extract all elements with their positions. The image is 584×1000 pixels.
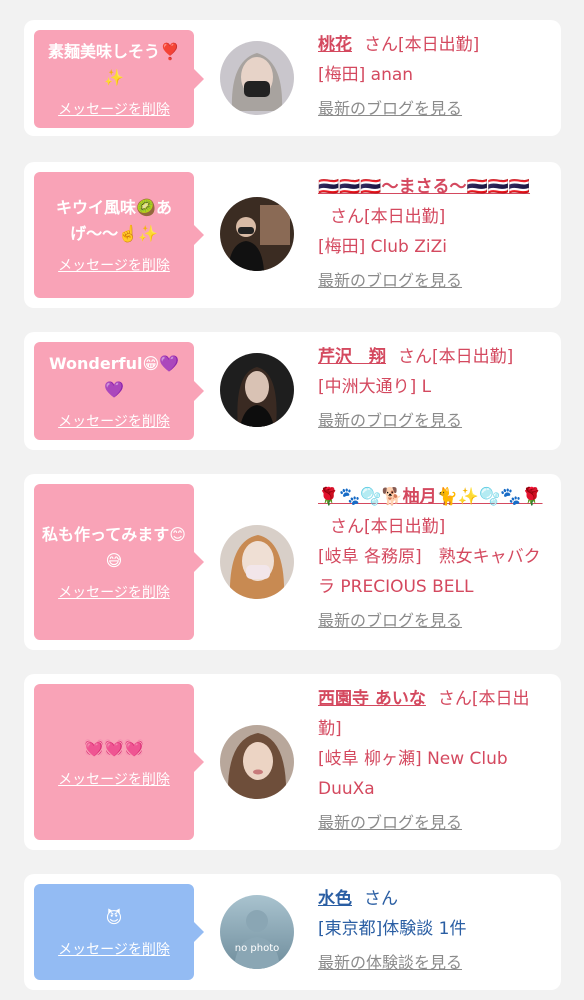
message-bubble: 私も作ってみます😊😅 メッセージを削除: [34, 484, 204, 640]
latest-blog-link[interactable]: 最新のブログを見る: [318, 266, 550, 296]
avatar[interactable]: [220, 725, 294, 799]
shop-name: [岐阜 柳ヶ瀬] New Club DuuXa: [318, 749, 508, 799]
status-text: [本日出勤]: [364, 517, 446, 537]
status-text: [本日出勤]: [398, 35, 480, 55]
message-text: Wonderful😁💜💜: [48, 354, 180, 399]
message-text: 💓💓💓: [84, 738, 144, 757]
honorific: さん: [398, 347, 432, 367]
avatar[interactable]: [220, 525, 294, 599]
cast-info: 芹沢 翔さん[本日出勤] [中洲大通り] L 最新のブログを見る: [318, 342, 550, 436]
shop-name: [梅田] Club ZiZi: [318, 237, 447, 257]
shop-name: [梅田] anan: [318, 65, 414, 85]
status-text: [本日出勤]: [432, 347, 514, 367]
cast-name-link[interactable]: 🌹🐾🫧🐕柚月🐈✨🫧🐾🌹: [318, 487, 543, 507]
cast-name-link[interactable]: 芹沢 翔: [318, 347, 386, 367]
delete-message-link[interactable]: メッセージを削除: [58, 939, 170, 959]
latest-review-link[interactable]: 最新の体験談を見る: [318, 948, 550, 978]
shop-name: [中洲大通り] L: [318, 377, 432, 397]
message-text: キウイ風味🥝あげ〜〜☝️✨: [56, 198, 172, 243]
honorific: さん: [364, 35, 398, 55]
latest-blog-link[interactable]: 最新のブログを見る: [318, 406, 550, 436]
cast-name-link[interactable]: 水色: [318, 889, 352, 909]
honorific: さん: [330, 517, 364, 537]
message-bubble: 💓💓💓 メッセージを削除: [34, 684, 204, 840]
no-photo-text: no photo: [234, 943, 280, 954]
latest-blog-link[interactable]: 最新のブログを見る: [318, 606, 550, 636]
delete-message-link[interactable]: メッセージを削除: [58, 582, 170, 602]
shop-name: [岐阜 各務原] 熟女キャバクラ PRECIOUS BELL: [318, 547, 541, 597]
message-text: 😈: [105, 908, 123, 927]
delete-message-link[interactable]: メッセージを削除: [58, 769, 170, 789]
delete-message-link[interactable]: メッセージを削除: [58, 255, 170, 275]
cast-info: 🇹🇭🇹🇭🇹🇭〜まさる〜🇹🇭🇹🇭🇹🇭 さん[本日出勤] [梅田] Club ZiZi…: [318, 172, 550, 296]
honorific: さん: [330, 207, 364, 227]
cast-info: 桃花 さん[本日出勤] [梅田] anan 最新のブログを見る: [318, 30, 550, 124]
message-bubble: キウイ風味🥝あげ〜〜☝️✨ メッセージを削除: [34, 172, 204, 298]
message-text: 素麺美味しそう❣️✨: [48, 42, 180, 87]
shop-name: [東京都]体験談 1件: [318, 919, 467, 939]
message-card: 私も作ってみます😊😅 メッセージを削除 🌹🐾🫧🐕柚月🐈✨🫧🐾🌹 さん[本日出勤] …: [24, 474, 561, 650]
message-list: 素麺美味しそう❣️✨ メッセージを削除 桃花 さん[本日出勤] [梅田] anan…: [0, 0, 584, 1000]
cast-name-link[interactable]: 桃花: [318, 35, 352, 55]
message-card: 💓💓💓 メッセージを削除 西園寺 あいな さん[本日出勤] [岐阜 柳ヶ瀬] Ne…: [24, 674, 561, 850]
cast-name-link[interactable]: 🇹🇭🇹🇭🇹🇭〜まさる〜🇹🇭🇹🇭🇹🇭: [318, 177, 530, 197]
cast-info: 🌹🐾🫧🐕柚月🐈✨🫧🐾🌹 さん[本日出勤] [岐阜 各務原] 熟女キャバクラ PRE…: [318, 482, 550, 636]
message-card: 😈 メッセージを削除 no photo 水色 さん [東京都]体験談 1件 最新の…: [24, 874, 561, 990]
latest-blog-link[interactable]: 最新のブログを見る: [318, 808, 550, 838]
message-card: キウイ風味🥝あげ〜〜☝️✨ メッセージを削除 🇹🇭🇹🇭🇹🇭〜まさる〜🇹🇭🇹🇭🇹🇭…: [24, 162, 561, 308]
avatar[interactable]: [220, 41, 294, 115]
avatar[interactable]: [220, 197, 294, 271]
message-card: Wonderful😁💜💜 メッセージを削除 芹沢 翔さん[本日出勤] [中洲大通…: [24, 332, 561, 450]
latest-blog-link[interactable]: 最新のブログを見る: [318, 94, 550, 124]
delete-message-link[interactable]: メッセージを削除: [58, 411, 170, 431]
cast-info: 水色 さん [東京都]体験談 1件 最新の体験談を見る: [318, 884, 550, 978]
avatar[interactable]: [220, 353, 294, 427]
message-bubble: Wonderful😁💜💜 メッセージを削除: [34, 342, 204, 440]
message-text: 私も作ってみます😊😅: [42, 525, 186, 570]
message-card: 素麺美味しそう❣️✨ メッセージを削除 桃花 さん[本日出勤] [梅田] anan…: [24, 20, 561, 136]
message-bubble: 素麺美味しそう❣️✨ メッセージを削除: [34, 30, 204, 128]
cast-info: 西園寺 あいな さん[本日出勤] [岐阜 柳ヶ瀬] New Club DuuXa …: [318, 684, 550, 838]
message-bubble: 😈 メッセージを削除: [34, 884, 204, 980]
honorific: さん: [437, 689, 472, 709]
cast-name-link[interactable]: 西園寺 あいな: [318, 689, 426, 709]
status-text: [本日出勤]: [364, 207, 446, 227]
honorific: さん: [364, 889, 398, 909]
delete-message-link[interactable]: メッセージを削除: [58, 99, 170, 119]
avatar[interactable]: no photo: [220, 895, 294, 969]
